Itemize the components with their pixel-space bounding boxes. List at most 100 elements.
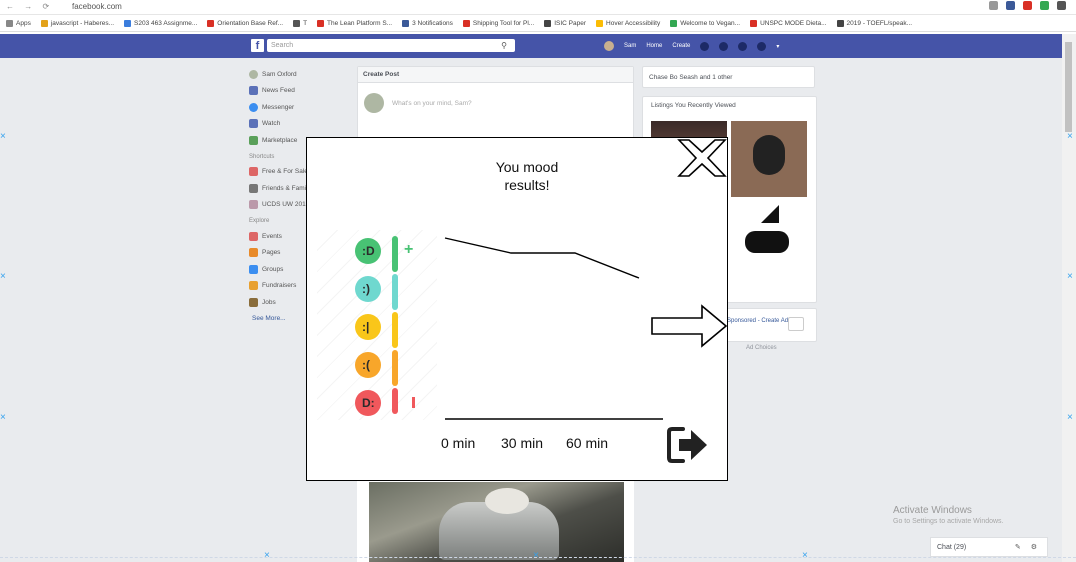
group-icon [249, 183, 258, 193]
messenger-icon [249, 102, 258, 112]
avatar[interactable] [604, 41, 614, 51]
explore-label: Groups [262, 265, 284, 273]
listing-tile[interactable] [731, 201, 807, 277]
chat-options-icon[interactable]: ✎ ⚙ [1015, 538, 1041, 558]
chat-bar[interactable]: Chat (29) ✎ ⚙ [930, 537, 1048, 557]
guide-mark-icon: × [264, 550, 270, 561]
bookmark-icon [462, 19, 470, 27]
bookmark-label: T [303, 19, 308, 27]
chevron-button[interactable] [788, 317, 804, 331]
listing-tile[interactable] [731, 121, 807, 197]
nav-create[interactable]: Create [672, 43, 690, 49]
guide-mark-icon: × [1067, 412, 1073, 423]
headphones-shape [753, 135, 785, 175]
bookmark-item[interactable]: T [293, 19, 308, 27]
messenger-icon[interactable] [719, 41, 729, 51]
bookmarks-bar: Apps javascript - Haberes... S203 463 Assi… [0, 15, 1076, 32]
shortcut-label: Free & For Sale [262, 168, 308, 176]
guide-mark-icon: × [0, 271, 6, 282]
sidebar-item-label: Watch [262, 120, 281, 128]
modal-title-line1: You mood [495, 159, 559, 175]
exit-icon[interactable] [667, 426, 711, 464]
bookmark-item[interactable]: javascript - Haberes... [40, 19, 114, 27]
chevron-down-icon[interactable]: ▾ [776, 43, 779, 50]
story-card[interactable]: Chase Bo Seash and 1 other [642, 66, 815, 88]
bookmark-label: UNSPC MODE Dieta... [760, 19, 827, 27]
bookmark-item[interactable]: Shipping Tool for Pl... [462, 19, 534, 27]
mood-scale-bar [392, 236, 398, 272]
facebook-logo[interactable]: f [251, 39, 264, 52]
nav-profile[interactable]: Sam [624, 43, 636, 49]
bookmark-item[interactable]: 2019 - TOEFL/speak... [836, 19, 913, 27]
explore-label: Fundraisers [262, 282, 297, 290]
see-more-label: See More... [252, 315, 286, 323]
bookmark-icon [836, 19, 844, 27]
scrollbar-thumb[interactable] [1065, 42, 1072, 132]
browser-nav-icons[interactable]: ← → ⟳ [6, 2, 53, 11]
possum-shape [485, 488, 529, 514]
notifications-icon[interactable] [738, 41, 748, 51]
post-photo[interactable] [357, 480, 634, 562]
scrollbar[interactable] [1062, 34, 1076, 562]
jobs-icon [249, 297, 258, 307]
ad-choices-link[interactable]: Ad Choices [746, 345, 777, 351]
modal-title: You mood results! [467, 158, 587, 194]
post-input[interactable]: What's on your mind, Sam? [392, 100, 472, 107]
activate-windows-watermark: Activate Windows Go to Settings to activ… [893, 505, 1004, 525]
bookmark-icon [207, 19, 215, 27]
bookmark-item[interactable]: UNSPC MODE Dieta... [750, 19, 827, 27]
sidebar-item-messenger[interactable]: Messenger [249, 99, 349, 116]
sidebar-item-label: News Feed [262, 87, 295, 95]
explore-label: Jobs [262, 298, 276, 306]
sidebar-item-watch[interactable]: Watch [249, 116, 349, 133]
bookmark-icon [40, 19, 48, 27]
mood-scale-panel: :D :) :| :( D: + [317, 230, 437, 420]
address-bar[interactable]: facebook.com [72, 2, 122, 11]
very-happy-face-icon: :D [355, 238, 381, 264]
bookmark-item[interactable]: Apps [6, 19, 31, 27]
mood-line [444, 237, 640, 279]
search-input[interactable]: Search ⚲ [267, 39, 515, 52]
guide-mark-icon: × [533, 550, 539, 561]
friends-icon[interactable] [700, 41, 710, 51]
bookmark-item[interactable]: Welcome to Vegan... [670, 19, 740, 27]
groups-icon [249, 264, 258, 274]
mood-results-modal: You mood results! :D :) :| :( D: + 0 min… [306, 137, 728, 481]
bookmark-icon [750, 19, 758, 27]
extension-icons[interactable] [989, 1, 1066, 10]
create-post-header: Create Post [358, 67, 633, 83]
neutral-face-icon: :| [355, 314, 381, 340]
sidebar-item-news-feed[interactable]: News Feed [249, 83, 349, 100]
bookmark-label: Hover Accessibility [606, 19, 661, 27]
happy-face-icon: :) [355, 276, 381, 302]
avatar [364, 93, 384, 113]
profile-icon [249, 69, 258, 79]
activate-windows-title: Activate Windows [893, 505, 972, 516]
bookmark-item[interactable]: ISIC Paper [544, 19, 586, 27]
guide-mark-icon: × [0, 412, 6, 423]
bookmark-item[interactable]: 3 Notifications [402, 19, 453, 27]
bookmark-icon [596, 19, 604, 27]
guide-mark-icon: × [802, 550, 808, 561]
bookmark-item[interactable]: The Lean Platform S... [317, 19, 392, 27]
bookmark-icon [317, 19, 325, 27]
bookmark-item[interactable]: Orientation Base Ref... [207, 19, 283, 27]
nav-home[interactable]: Home [646, 43, 662, 49]
bookmark-label: Apps [16, 19, 31, 27]
mood-line-chart [444, 237, 663, 420]
very-sad-face-icon: D: [355, 390, 381, 416]
sad-face-icon: :( [355, 352, 381, 378]
bookmark-item[interactable]: Hover Accessibility [596, 19, 661, 27]
x-tick-label: 60 min [566, 435, 609, 451]
plus-label: + [404, 241, 414, 258]
help-icon[interactable] [757, 41, 767, 51]
bookmark-item[interactable]: S203 463 Assignme... [124, 19, 197, 27]
sidebar-profile[interactable]: Sam Oxford [249, 66, 349, 83]
search-icon[interactable]: ⚲ [501, 39, 507, 52]
sponsored-links[interactable]: Sponsored - Create Ad [727, 318, 788, 324]
right-arrow-icon[interactable] [650, 304, 730, 348]
chat-label: Chat (29) [937, 544, 967, 551]
bookmark-label: 2019 - TOEFL/speak... [846, 19, 913, 27]
mood-scale-bar [392, 312, 398, 348]
close-x-icon[interactable] [677, 138, 727, 178]
